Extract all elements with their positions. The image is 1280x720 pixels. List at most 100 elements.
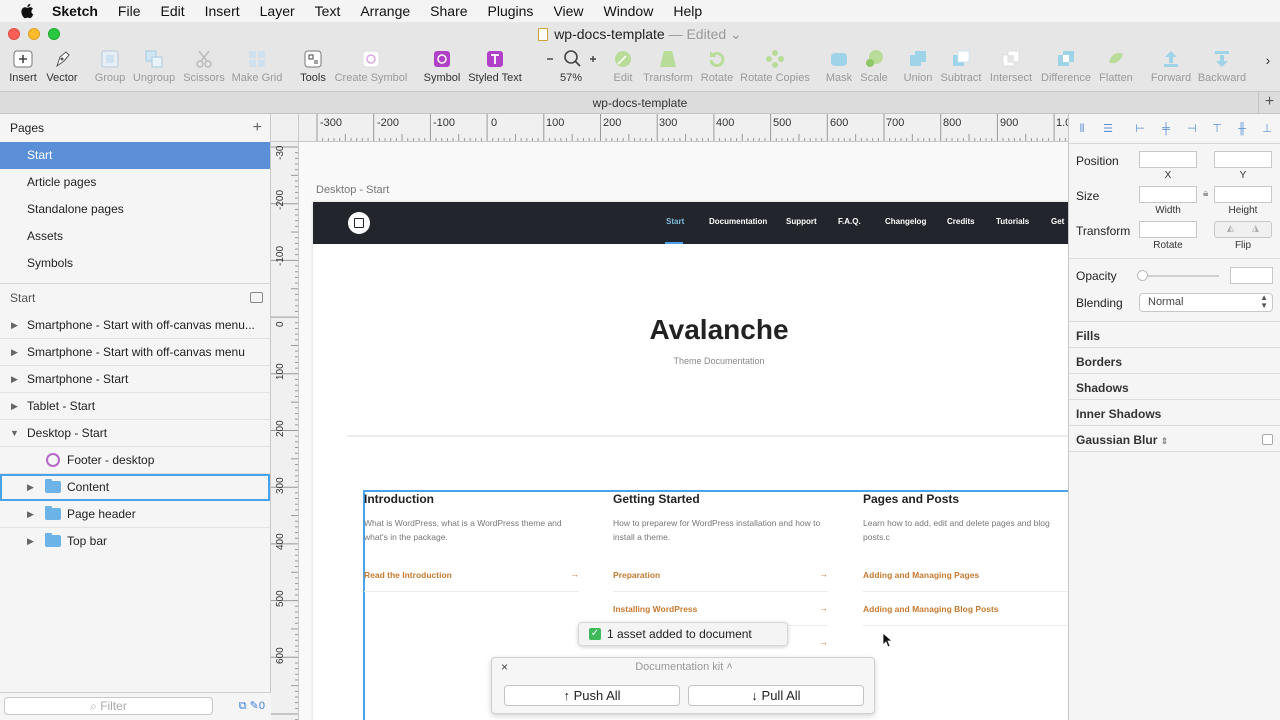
align-left-icon[interactable]: ⊢ xyxy=(1134,123,1146,135)
collapse-icon[interactable] xyxy=(250,292,263,303)
align-middle-icon[interactable]: ╫ xyxy=(1236,123,1248,135)
link-preparation[interactable]: Preparation xyxy=(613,570,660,580)
gaussian-blur-section[interactable]: Gaussian Blur ⇕ xyxy=(1076,433,1168,447)
rotate-input[interactable] xyxy=(1139,221,1197,238)
difference-button[interactable]: Difference xyxy=(1040,48,1092,84)
nav-item-faq[interactable]: F.A.Q. xyxy=(838,217,861,226)
apple-icon[interactable] xyxy=(20,3,34,19)
position-x-input[interactable] xyxy=(1139,151,1197,168)
subtract-button[interactable]: Subtract xyxy=(938,48,984,84)
tools-button[interactable]: Tools xyxy=(296,48,330,84)
edit-button[interactable]: Edit xyxy=(608,48,638,84)
intersect-button[interactable]: Intersect xyxy=(988,48,1034,84)
position-y-input[interactable] xyxy=(1214,151,1272,168)
backward-button[interactable]: Backward xyxy=(1196,48,1248,84)
rotate-button[interactable]: Rotate xyxy=(698,48,736,84)
link-adding-managing-pages[interactable]: Adding and Managing Pages xyxy=(863,570,979,580)
hero-title[interactable]: Avalanche xyxy=(313,314,1068,346)
page-item-symbols[interactable]: Symbols xyxy=(0,250,270,277)
align-bottom-icon[interactable]: ⊥ xyxy=(1261,123,1273,135)
page-item-article-pages[interactable]: Article pages xyxy=(0,169,270,196)
lock-icon[interactable]: 🔒︎ xyxy=(1203,188,1208,199)
column-desc-pages-and-posts[interactable]: Learn how to add, edit and delete pages … xyxy=(863,516,1068,544)
column-desc-introduction[interactable]: What is WordPress, what is a WordPress t… xyxy=(364,516,579,544)
group-button[interactable]: Group xyxy=(92,48,128,84)
opacity-slider[interactable] xyxy=(1137,270,1219,281)
nav-item-changelog[interactable]: Changelog xyxy=(885,217,926,226)
column-desc-getting-started[interactable]: How to preparew for WordPress installati… xyxy=(613,516,828,544)
distribute-vertical-icon[interactable]: ☰ xyxy=(1102,123,1114,135)
nav-item-get[interactable]: Get xyxy=(1051,217,1064,226)
layer-filter-input[interactable]: ⌕ Filter xyxy=(4,697,213,715)
disclosure-right-icon[interactable]: ▶ xyxy=(11,339,18,366)
vertical-ruler[interactable]: -30 -200 -100 0 100 200 300 400 500 600 xyxy=(271,142,299,720)
menu-text[interactable]: Text xyxy=(315,3,341,19)
document-tab[interactable]: wp-docs-template xyxy=(593,96,688,110)
artboard-title[interactable]: Desktop - Start xyxy=(316,184,389,196)
menu-layer[interactable]: Layer xyxy=(260,3,295,19)
layer-artboard[interactable]: ▶ Smartphone - Start with off-canvas men… xyxy=(0,339,270,366)
inner-shadows-section[interactable]: Inner Shadows xyxy=(1076,407,1161,421)
align-right-icon[interactable]: ⊣ xyxy=(1186,123,1198,135)
edited-status[interactable]: — Edited xyxy=(669,26,727,42)
pull-all-button[interactable]: ↓ Pull All xyxy=(688,685,864,706)
align-center-icon[interactable]: ╪ xyxy=(1160,123,1172,135)
kit-title-dropdown[interactable]: Documentation kit ˄ xyxy=(492,661,876,673)
flip-buttons[interactable]: ◭ ◮ xyxy=(1214,221,1272,238)
shadows-section[interactable]: Shadows xyxy=(1076,381,1129,395)
align-top-icon[interactable]: ⊤ xyxy=(1211,123,1223,135)
link-adding-managing-blog-posts[interactable]: Adding and Managing Blog Posts xyxy=(863,604,999,614)
link-read-introduction[interactable]: Read the Introduction xyxy=(364,570,452,580)
menu-share[interactable]: Share xyxy=(430,3,467,19)
add-page-plus-icon[interactable]: + xyxy=(253,114,262,142)
layer-artboard[interactable]: ▶ Smartphone - Start xyxy=(0,366,270,393)
nav-item-credits[interactable]: Credits xyxy=(947,217,975,226)
push-all-button[interactable]: ↑ Push All xyxy=(504,685,680,706)
make-grid-button[interactable]: Make Grid xyxy=(230,48,284,84)
width-input[interactable] xyxy=(1139,186,1197,203)
page-item-standalone-pages[interactable]: Standalone pages xyxy=(0,196,270,223)
hero-subtitle[interactable]: Theme Documentation xyxy=(313,356,1068,366)
menu-file[interactable]: File xyxy=(118,3,141,19)
slider-knob[interactable] xyxy=(1137,270,1148,281)
layer-artboard[interactable]: ▶ Smartphone - Start with off-canvas men… xyxy=(0,312,270,339)
disclosure-down-icon[interactable]: ▼ xyxy=(10,420,19,447)
flip-horizontal-icon[interactable]: ◭ xyxy=(1227,223,1234,234)
layer-symbol-footer[interactable]: Footer - desktop xyxy=(0,447,270,474)
chevron-right-icon[interactable]: › xyxy=(1260,52,1276,68)
rotate-copies-button[interactable]: Rotate Copies xyxy=(740,48,810,84)
distribute-horizontal-icon[interactable]: ⫴ xyxy=(1076,123,1088,135)
zoom-control[interactable]: 57% xyxy=(540,48,602,84)
scissors-button[interactable]: Scissors xyxy=(182,48,226,84)
column-title-introduction[interactable]: Introduction xyxy=(364,492,434,506)
menu-sketch[interactable]: Sketch xyxy=(52,3,98,19)
forward-button[interactable]: Forward xyxy=(1148,48,1194,84)
union-button[interactable]: Union xyxy=(900,48,936,84)
styled-text-button[interactable]: Styled Text xyxy=(466,48,524,84)
nav-item-tutorials[interactable]: Tutorials xyxy=(996,217,1029,226)
disclosure-right-icon[interactable]: ▶ xyxy=(27,501,34,528)
column-title-pages-and-posts[interactable]: Pages and Posts xyxy=(863,492,959,506)
disclosure-right-icon[interactable]: ▶ xyxy=(11,393,18,420)
disclosure-right-icon[interactable]: ▶ xyxy=(27,474,34,501)
menu-help[interactable]: Help xyxy=(673,3,702,19)
layer-group-top-bar[interactable]: ▶ Top bar xyxy=(0,528,270,555)
disclosure-right-icon[interactable]: ▶ xyxy=(11,366,18,393)
insert-button[interactable]: Insert xyxy=(6,48,40,84)
flip-vertical-icon[interactable]: ◮ xyxy=(1252,223,1259,234)
nav-item-start[interactable]: Start xyxy=(666,217,684,226)
layer-group-content[interactable]: ▶ Content xyxy=(0,474,270,501)
borders-section[interactable]: Borders xyxy=(1076,355,1122,369)
column-title-getting-started[interactable]: Getting Started xyxy=(613,492,700,506)
opacity-input[interactable] xyxy=(1230,267,1273,284)
filter-options[interactable]: ⧉ ✎0 xyxy=(239,699,265,713)
link-installing-wordpress[interactable]: Installing WordPress xyxy=(613,604,697,614)
gaussian-blur-checkbox[interactable] xyxy=(1262,434,1273,445)
nav-item-documentation[interactable]: Documentation xyxy=(709,217,767,226)
menu-arrange[interactable]: Arrange xyxy=(360,3,410,19)
mask-button[interactable]: Mask xyxy=(824,48,854,84)
site-top-bar[interactable]: Start Documentation Support F.A.Q. Chang… xyxy=(313,202,1068,244)
layer-group-page-header[interactable]: ▶ Page header xyxy=(0,501,270,528)
new-tab-plus-icon[interactable]: + xyxy=(1258,92,1280,114)
scale-button[interactable]: Scale xyxy=(858,48,890,84)
